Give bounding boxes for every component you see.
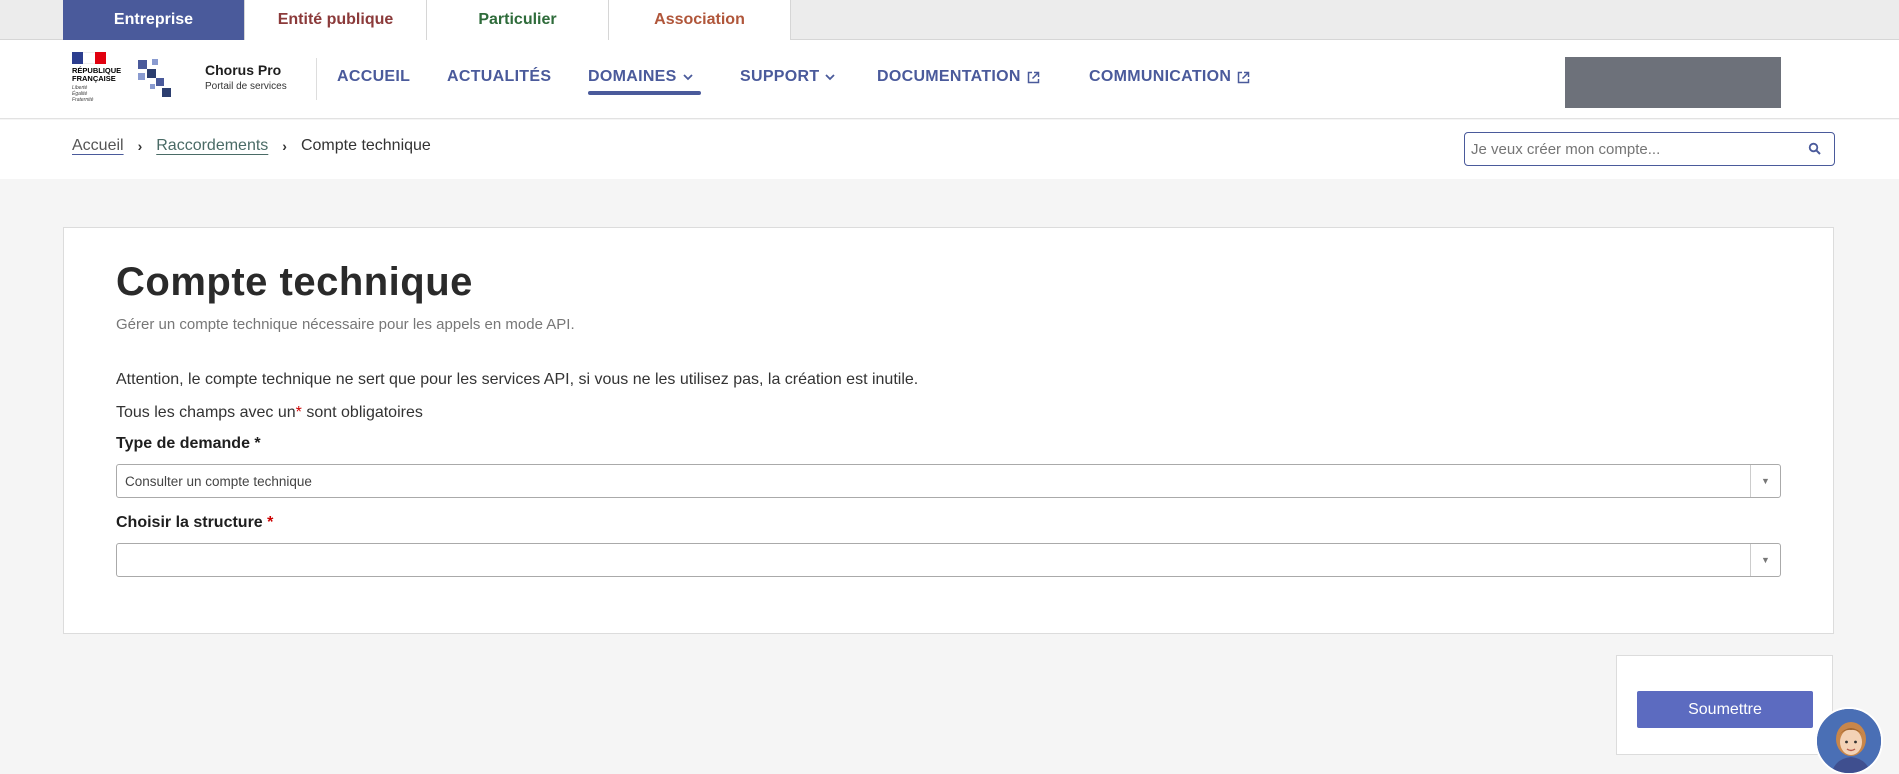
nav-actualites[interactable]: ACTUALITÉS [447, 68, 551, 86]
audience-bar: Entreprise Entité publique Particulier A… [0, 0, 1899, 47]
nav-documentation[interactable]: DOCUMENTATION [877, 68, 1040, 86]
nav-label: DOMAINES [588, 68, 677, 85]
tab-label: Particulier [478, 11, 557, 28]
warning-text: Attention, le compte technique ne sert q… [116, 371, 919, 388]
brand-name: Chorus Pro [205, 62, 282, 78]
assistant-avatar-icon [1817, 709, 1881, 773]
nav-label: COMMUNICATION [1089, 68, 1232, 85]
nav-label: SUPPORT [740, 68, 820, 85]
search-input[interactable] [1471, 133, 1791, 165]
gov-motto: Liberté Égalité Fraternité [72, 85, 94, 103]
chorus-pro-logo-icon[interactable] [136, 58, 172, 100]
main-form-card: Compte technique Gérer un compte techniq… [63, 227, 1834, 634]
nav-domaines[interactable]: DOMAINES [588, 68, 701, 95]
required-fields-note: Tous les champs avec un* sont obligatoir… [116, 404, 423, 421]
dropdown-arrow-icon[interactable]: ▼ [1750, 544, 1780, 576]
republique-francaise-logo[interactable]: RÉPUBLIQUE FRANÇAISE Liberté Égalité Fra… [72, 52, 132, 114]
type-demande-select[interactable]: Consulter un compte technique ▼ [116, 464, 1781, 498]
type-demande-label: Type de demande * [116, 435, 261, 452]
brand[interactable]: Chorus Pro Portail de services [205, 62, 287, 92]
page-subtitle: Gérer un compte technique nécessaire pou… [116, 316, 575, 333]
nav-support[interactable]: SUPPORT [740, 68, 836, 86]
page-title: Compte technique [116, 260, 473, 304]
chat-assistant-avatar[interactable] [1815, 707, 1883, 774]
breadcrumb-link-accueil[interactable]: Accueil [72, 137, 124, 155]
brand-subtitle: Portail de services [205, 81, 287, 92]
breadcrumb-link-raccordements[interactable]: Raccordements [156, 137, 268, 155]
search-box [1464, 132, 1835, 166]
breadcrumb: Accueil › Raccordements › Compte techniq… [72, 137, 431, 155]
nav-label: DOCUMENTATION [877, 68, 1021, 85]
tab-association[interactable]: Association [609, 0, 791, 40]
tab-label: Association [654, 11, 745, 28]
chevron-down-icon [683, 73, 693, 80]
actions-card: Soumettre [1616, 655, 1833, 755]
external-link-icon [1027, 71, 1039, 83]
french-flag-icon [72, 52, 106, 64]
account-button[interactable] [1565, 57, 1781, 108]
structure-label: Choisir la structure * [116, 514, 274, 531]
tab-particulier[interactable]: Particulier [427, 0, 609, 40]
breadcrumb-bar: Accueil › Raccordements › Compte techniq… [0, 120, 1899, 179]
breadcrumb-current: Compte technique [300, 137, 431, 154]
select-value: Consulter un compte technique [125, 474, 312, 489]
nav-label: ACCUEIL [337, 68, 411, 85]
nav-accueil[interactable]: ACCUEIL [337, 68, 410, 86]
gov-logo-line2: FRANÇAISE [72, 74, 116, 83]
structure-select[interactable]: ▼ [116, 543, 1781, 577]
search-icon[interactable] [1808, 142, 1822, 156]
tab-label: Entreprise [113, 11, 194, 28]
submit-button[interactable]: Soumettre [1637, 691, 1813, 728]
nav-label: ACTUALITÉS [447, 68, 552, 85]
nav-communication[interactable]: COMMUNICATION [1089, 68, 1250, 86]
tab-entite-publique[interactable]: Entité publique [245, 0, 427, 40]
tab-entreprise[interactable]: Entreprise [63, 0, 245, 47]
chevron-right-icon: › [137, 138, 143, 154]
dropdown-arrow-icon[interactable]: ▼ [1750, 465, 1780, 497]
chevron-right-icon: › [282, 138, 287, 154]
header-divider [316, 58, 317, 100]
required-star: * [295, 404, 302, 421]
tab-label: Entité publique [277, 11, 394, 28]
chevron-down-icon [825, 73, 836, 80]
site-header: RÉPUBLIQUE FRANÇAISE Liberté Égalité Fra… [0, 40, 1899, 119]
external-link-icon [1238, 71, 1250, 83]
